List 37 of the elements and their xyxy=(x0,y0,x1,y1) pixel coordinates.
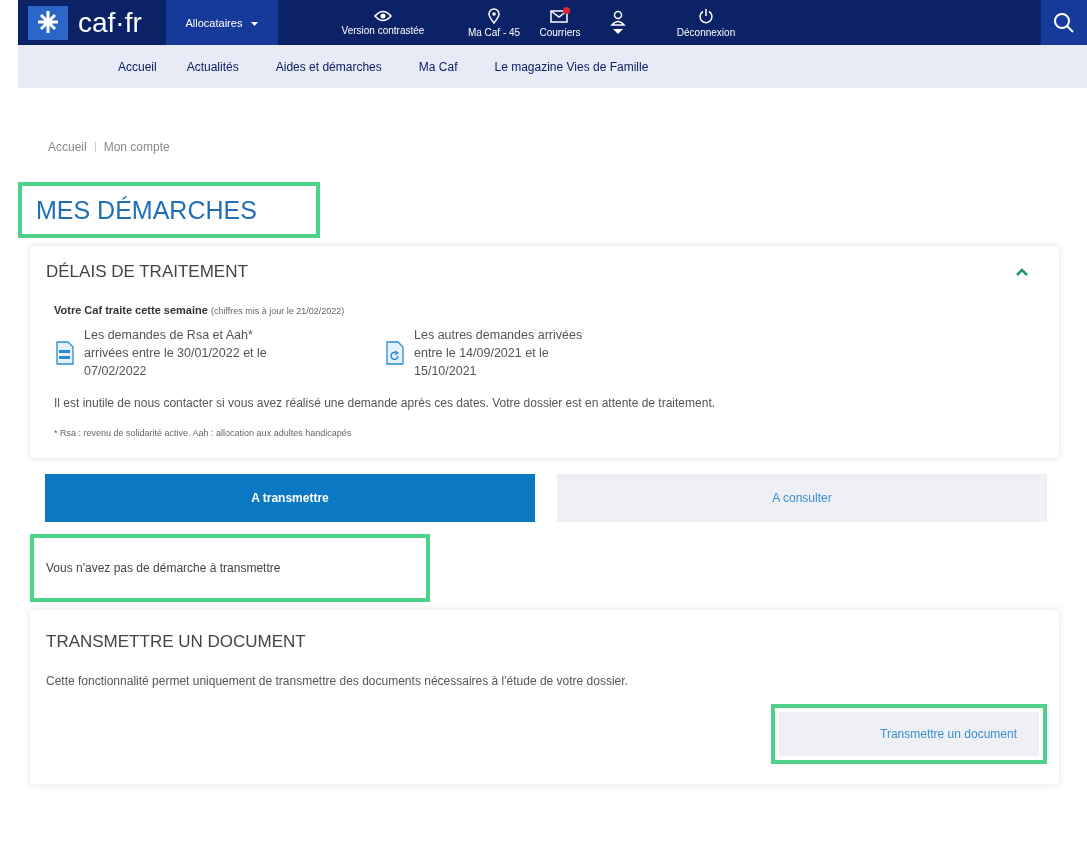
chevron-up-icon[interactable] xyxy=(1015,267,1029,277)
nav-link[interactable]: Accueil xyxy=(118,59,157,74)
page-title: MES DÉMARCHES xyxy=(36,195,257,225)
breadcrumb-link[interactable]: Mon compte xyxy=(103,140,170,154)
description-text: Cette fonctionnalité permet uniquement de transmettre des documents nécessaires à l'étude de votre dossier. xyxy=(46,674,629,688)
header-action[interactable]: Ma Caf - 45 xyxy=(458,0,530,45)
logo-text[interactable]: caf·fr xyxy=(78,6,142,39)
notice-text: Il est inutile de nous contacter si vous avez réalisé une demande après ces dates. Votre dossier est en attente de traitement. xyxy=(54,396,717,410)
breadcrumb-separator xyxy=(94,142,96,152)
delay-text: Les autres demandes arrivées entre le 14/09/2021 et le 15/10/2021 xyxy=(414,327,584,380)
location-pin-icon xyxy=(488,7,500,24)
breadcrumb-link[interactable]: Accueil xyxy=(48,140,87,154)
header-action[interactable]: Version contrastée xyxy=(308,0,458,45)
power-icon xyxy=(698,7,714,24)
footnote-text: * Rsa : revenu de solidarité active. Aah : allocation aux adultes handicapés xyxy=(54,428,353,438)
nav-link[interactable]: Actualités xyxy=(186,59,239,74)
delay-text: Les demandes de Rsa et Aah* arrivées entre le 30/01/2022 et le 07/02/2022 xyxy=(84,327,268,380)
envelope-icon xyxy=(550,7,570,24)
logo-emblem-icon xyxy=(28,5,68,40)
audience-dropdown[interactable]: Allocataires xyxy=(166,0,278,45)
intro-text: Votre Caf traite cette semaine (chiffres mis à jour le 21/02/2022) xyxy=(54,304,346,316)
empty-message: Vous n'avez pas de démarche à transmettre xyxy=(46,561,281,575)
user-icon xyxy=(610,9,626,36)
caret-icon xyxy=(251,21,259,26)
nav-link[interactable]: Ma Caf xyxy=(418,59,458,74)
section-title: DÉLAIS DE TRAITEMENT xyxy=(46,262,248,282)
nav-link[interactable]: Le magazine Vies de Famille xyxy=(494,59,649,74)
header-action[interactable]: Déconnexion xyxy=(646,0,766,45)
document-refresh-icon xyxy=(386,341,404,365)
search-button[interactable] xyxy=(1041,0,1087,45)
header-action[interactable]: Courriers xyxy=(530,0,590,45)
search-icon xyxy=(1053,11,1075,34)
nav-link[interactable]: Aides et démarches xyxy=(275,59,382,74)
document-icon xyxy=(56,341,74,365)
eye-icon xyxy=(374,9,392,22)
section-title: TRANSMETTRE UN DOCUMENT xyxy=(46,632,307,652)
tab[interactable]: A transmettre xyxy=(45,474,535,522)
